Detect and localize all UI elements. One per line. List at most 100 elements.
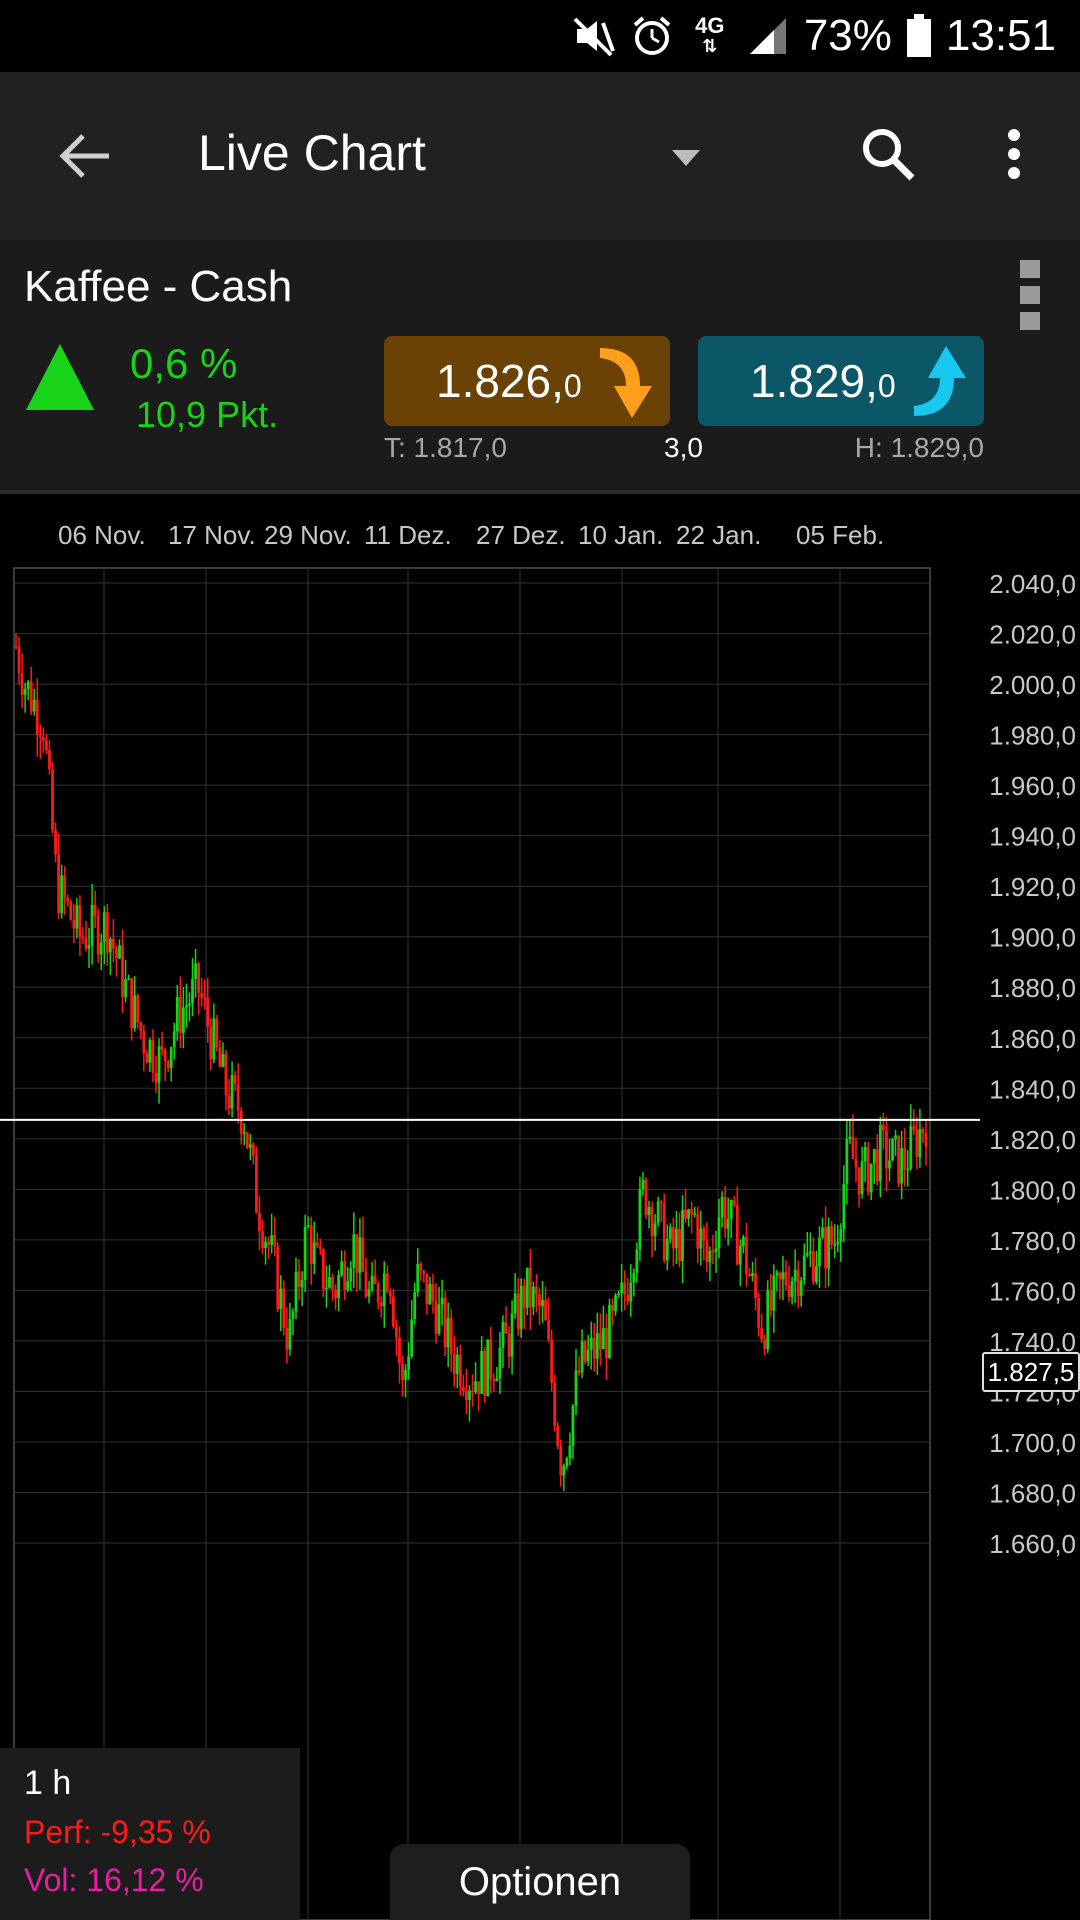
candle-body [72,919,76,929]
x-tick-label: 22 Jan. [676,520,762,550]
candle-body [717,1217,721,1249]
candle-body [827,1226,831,1269]
instrument-menu-button[interactable] [1020,260,1044,330]
candle-body [860,1161,864,1195]
candle-body [547,1319,551,1340]
candle-body [385,1273,389,1292]
candle-body [525,1267,529,1309]
sell-price-decimal: 0 [563,368,582,404]
candle-body [197,963,201,993]
candle-body [659,1201,663,1204]
candle-body [592,1337,596,1359]
search-icon [863,129,915,181]
candle-body [781,1272,785,1280]
candle-body [675,1229,678,1249]
price-chart[interactable]: 2.080,02.060,02.040,02.020,02.000,01.980… [0,554,1080,1920]
candle-body [528,1267,532,1308]
candle-body [711,1250,715,1253]
y-tick-label: 1.660,0 [989,1529,1076,1559]
candle-body [465,1390,468,1401]
buy-button[interactable]: 1.829,0 [698,336,984,426]
candle-body [273,1235,277,1247]
candle-body [748,1274,751,1276]
candle-body [787,1285,791,1298]
candle-body [41,736,45,741]
candle-body [96,915,100,955]
candle-body [480,1350,484,1394]
candle-body [851,1136,855,1159]
candle-body [589,1337,593,1350]
candle-body [81,936,85,939]
y-tick-label: 1.800,0 [989,1175,1076,1205]
change-points: 10,9 Pkt. [136,394,279,435]
candle-body [443,1297,447,1348]
more-options-button[interactable] [990,114,1038,194]
candle-body [382,1273,386,1307]
candle-body [629,1282,633,1302]
candle-body [754,1273,757,1299]
candle-body [206,998,210,1027]
spread: 3,0 [664,432,703,463]
candle-body [678,1229,681,1262]
candle-body [255,1155,258,1213]
interval-label: 1 h [24,1764,72,1802]
candle-body [166,1061,170,1068]
candles [14,633,928,1492]
candle-body [854,1158,858,1168]
candle-body [191,978,194,1004]
candle-body [805,1253,809,1256]
options-button[interactable]: Optionen [390,1844,690,1920]
candle-body [87,945,91,949]
candle-body [349,1268,353,1282]
candle-body [489,1339,493,1380]
y-tick-label: 1.960,0 [989,771,1076,801]
change-percent: 0,6 % [130,340,238,387]
buy-price-main: 1.829, [750,355,878,407]
candle-body [519,1286,523,1330]
candle-body [531,1286,535,1308]
candle-body [842,1183,846,1230]
y-tick-label: 1.860,0 [989,1024,1076,1054]
alarm-icon [630,14,674,58]
candle-body [492,1379,496,1381]
network-type-label: 4G [695,13,725,38]
candle-body [422,1271,426,1274]
candle-body [178,996,182,1033]
candle-body [495,1378,499,1381]
candle-body [391,1296,395,1327]
sell-button[interactable]: 1.826,0 [384,336,670,426]
y-tick-label: 1.880,0 [989,973,1076,1003]
candle-body [778,1272,782,1280]
candle-body [312,1242,316,1264]
candle-body [751,1273,754,1276]
candle-body [416,1264,420,1293]
candle-body [729,1200,733,1220]
candle-body [248,1144,252,1148]
candle-body [343,1261,347,1290]
candle-body [507,1333,511,1357]
x-tick-label: 06 Nov. [58,520,146,550]
signal-icon [746,14,790,58]
candle-body [300,1280,304,1288]
candle-body [848,1136,852,1139]
search-button[interactable] [848,114,928,194]
candle-body [918,1129,922,1158]
back-arrow-icon [59,134,109,178]
candle-body [802,1255,806,1281]
candle-body [425,1273,429,1305]
sell-price-main: 1.826, [436,355,564,407]
candle-body [221,1054,225,1067]
candle-body [209,1026,213,1060]
candle-body [111,938,115,949]
candle-body [833,1244,837,1246]
view-dropdown-button[interactable] [660,132,712,184]
clock: 13:51 [945,11,1056,60]
candle-body [538,1294,541,1307]
candle-body [516,1293,520,1330]
candle-body [708,1250,712,1263]
candle-body [784,1272,788,1286]
candle-body [32,699,36,712]
candle-body [51,769,54,831]
back-button[interactable] [40,116,130,196]
current-price-tag: 1.827,5 [982,1352,1080,1392]
